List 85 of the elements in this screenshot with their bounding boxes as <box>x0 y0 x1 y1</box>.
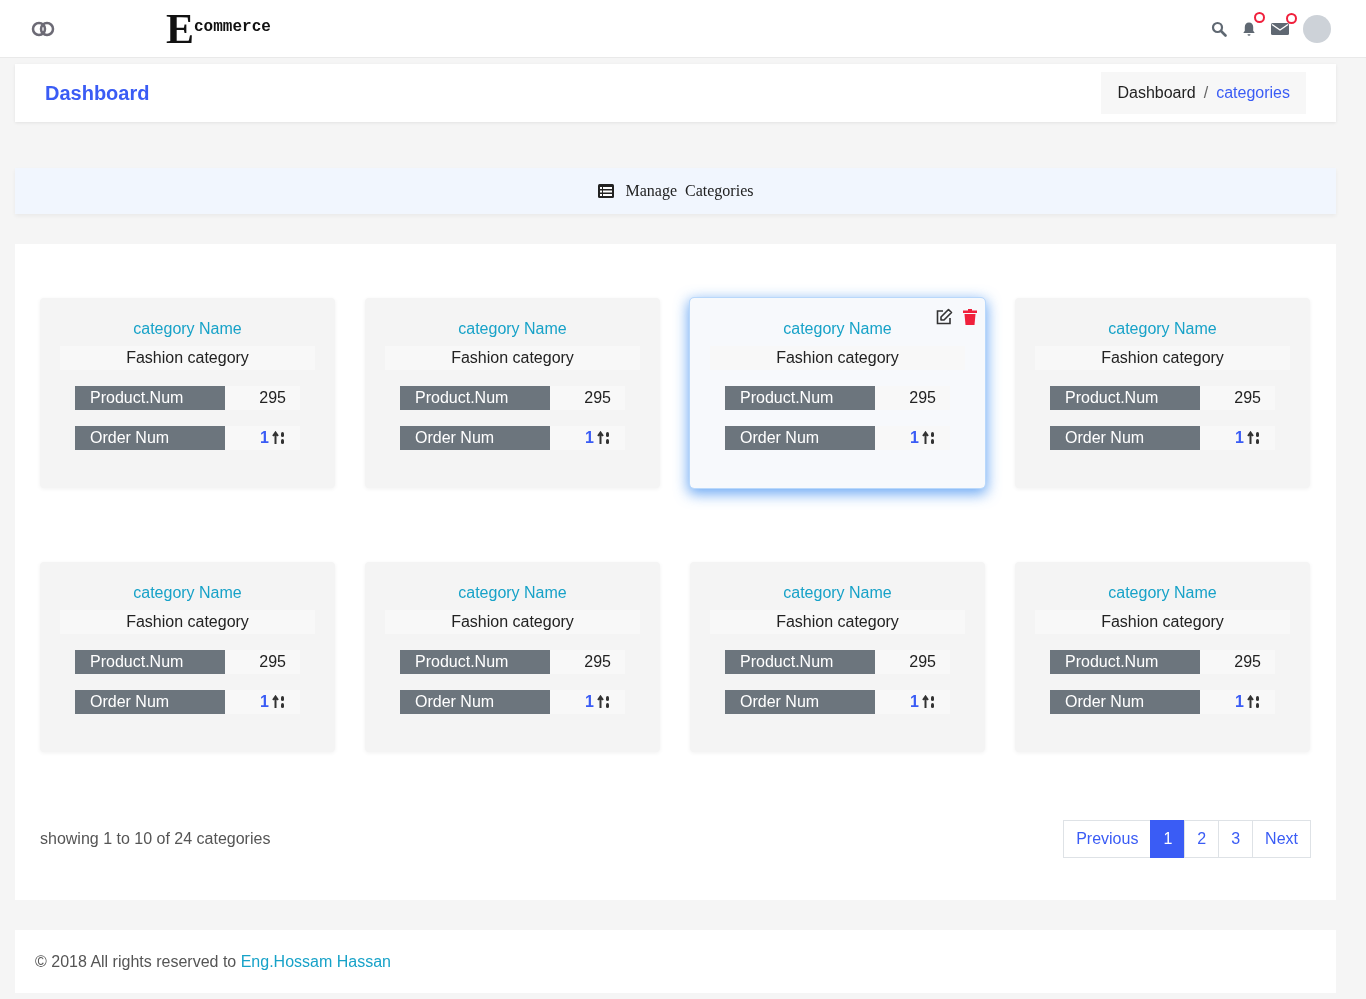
category-card[interactable]: category Name Fashion category Product.Num 295 Order Num 1 <box>690 562 985 752</box>
edit-icon[interactable] <box>935 308 953 326</box>
stat-label: Product.Num <box>725 650 875 674</box>
stat-label: Product.Num <box>1050 650 1200 674</box>
breadcrumb-link[interactable]: Dashboard <box>1117 84 1196 102</box>
order-count: 1 <box>585 428 594 448</box>
category-name: Fashion category <box>710 346 965 370</box>
copyright-text: © 2018 All rights reserved to Eng.Hossam Hassan <box>35 952 391 971</box>
category-card[interactable]: category Name Fashion category Product.Num 295 Order Num 1 <box>365 298 660 488</box>
category-card[interactable]: category Name Fashion category Product.Num 295 Order Num 1 <box>40 562 335 752</box>
stat-value: 295 <box>875 386 950 410</box>
page-link[interactable]: Next <box>1252 820 1311 858</box>
bell-icon[interactable] <box>1241 20 1257 37</box>
envelope-icon[interactable] <box>1271 21 1289 36</box>
stat-value: 295 <box>550 386 625 410</box>
results-summary: showing 1 to 10 of 24 categories <box>40 830 271 848</box>
sort-icon <box>597 695 611 709</box>
stat-label: Product.Num <box>725 386 875 410</box>
stat-label: Product.Num <box>1050 386 1200 410</box>
order-count: 1 <box>910 692 919 712</box>
page-link[interactable]: 1 <box>1150 820 1186 858</box>
toggle-icon[interactable] <box>31 20 55 37</box>
stat-label: Order Num <box>725 426 875 450</box>
sort-icon <box>922 431 936 445</box>
card-heading: category Name <box>457 584 568 603</box>
sort-icon <box>1247 695 1261 709</box>
sort-icon <box>597 431 611 445</box>
sort-icon <box>1247 431 1261 445</box>
category-name: Fashion category <box>710 610 965 634</box>
stat-value: 295 <box>1200 386 1275 410</box>
category-card[interactable]: category Name Fashion category Product.Num 295 Order Num 1 <box>1015 298 1310 488</box>
card-heading: category Name <box>1107 320 1218 339</box>
card-heading: category Name <box>1107 584 1218 603</box>
category-card[interactable]: category Name Fashion category Product.Num 295 Order Num 1 <box>40 298 335 488</box>
stat-label: Product.Num <box>75 650 225 674</box>
category-card[interactable]: category Name Fashion category Product.Num 295 Order Num 1 <box>1015 562 1310 752</box>
category-name: Fashion category <box>385 610 640 634</box>
page-title: Dashboard <box>45 81 150 105</box>
stat-label: Order Num <box>400 426 550 450</box>
category-name: Fashion category <box>60 610 315 634</box>
stat-label: Product.Num <box>400 650 550 674</box>
stat-label: Order Num <box>1050 690 1200 714</box>
category-name: Fashion category <box>385 346 640 370</box>
category-card[interactable]: category Name Fashion category Product.Num 295 Order Num 1 <box>690 298 985 488</box>
card-heading: category Name <box>782 584 893 603</box>
search-icon[interactable] <box>1211 20 1227 37</box>
sort-icon <box>272 431 286 445</box>
category-name: Fashion category <box>60 346 315 370</box>
card-heading: category Name <box>132 584 243 603</box>
stat-label: Order Num <box>75 690 225 714</box>
page-link[interactable]: 3 <box>1218 820 1254 858</box>
stat-value: 295 <box>225 650 300 674</box>
stat-value: 295 <box>550 650 625 674</box>
order-count: 1 <box>1235 428 1244 448</box>
trash-icon[interactable] <box>963 309 977 325</box>
sort-icon <box>922 695 936 709</box>
stat-value: 295 <box>225 386 300 410</box>
page-link[interactable]: 2 <box>1184 820 1220 858</box>
category-name: Fashion category <box>1035 610 1290 634</box>
stat-value: 295 <box>1200 650 1275 674</box>
stat-label: Order Num <box>75 426 225 450</box>
category-card[interactable]: category Name Fashion category Product.Num 295 Order Num 1 <box>365 562 660 752</box>
stat-label: Order Num <box>400 690 550 714</box>
notification-dot <box>1254 11 1265 23</box>
order-count: 1 <box>260 692 269 712</box>
section-title: Manage Categories <box>625 182 754 200</box>
card-heading: category Name <box>782 320 893 339</box>
sort-icon <box>272 695 286 709</box>
card-heading: category Name <box>457 320 568 339</box>
order-count: 1 <box>910 428 919 448</box>
list-icon <box>597 184 614 198</box>
stat-label: Order Num <box>1050 426 1200 450</box>
stat-label: Product.Num <box>75 386 225 410</box>
notification-dot <box>1286 12 1297 24</box>
breadcrumb-separator: / <box>1203 84 1209 102</box>
page-link[interactable]: Previous <box>1063 820 1152 858</box>
stat-label: Product.Num <box>400 386 550 410</box>
stat-label: Order Num <box>725 690 875 714</box>
category-name: Fashion category <box>1035 346 1290 370</box>
card-heading: category Name <box>132 320 243 339</box>
order-count: 1 <box>585 692 594 712</box>
stat-value: 295 <box>875 650 950 674</box>
order-count: 1 <box>1235 692 1244 712</box>
breadcrumb-link[interactable]: categories <box>1216 84 1290 102</box>
order-count: 1 <box>260 428 269 448</box>
